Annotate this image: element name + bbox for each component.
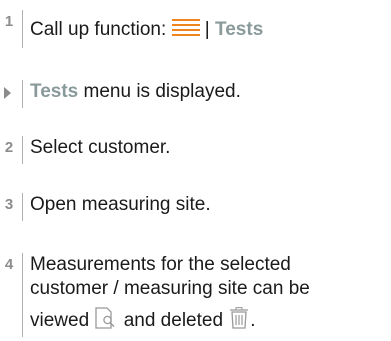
step-4: 4 Measurements for the selected customer… xyxy=(0,253,391,337)
result-text-after: menu is displayed. xyxy=(78,81,241,102)
step-text: Select customer. xyxy=(30,137,171,158)
step-divider xyxy=(22,193,23,221)
step-divider xyxy=(22,10,23,48)
result-triangle-icon xyxy=(4,87,11,99)
step-line: viewed and deleted . xyxy=(30,307,381,336)
trash-icon xyxy=(228,307,250,336)
step-3: 3 Open measuring site. xyxy=(0,193,391,223)
step-text: Open measuring site. xyxy=(30,194,211,215)
step-line: Measurements for the selected xyxy=(30,254,291,275)
step-result: Tests menu is displayed. xyxy=(0,80,391,110)
view-document-icon xyxy=(94,307,118,336)
step-number: 1 xyxy=(4,13,14,30)
step-text-middle: and deleted xyxy=(118,310,229,331)
result-text: Tests menu is displayed. xyxy=(30,80,381,104)
step-number: 2 xyxy=(4,139,14,156)
step-2: 2 Select customer. xyxy=(0,136,391,166)
step-1: 1 Call up function: | Tests xyxy=(0,10,391,48)
step-text: Call up function: | Tests xyxy=(30,18,381,45)
step-number: 3 xyxy=(4,196,14,213)
step-text-after: . xyxy=(250,310,256,331)
result-highlight: Tests xyxy=(30,81,79,102)
step-divider xyxy=(22,80,23,108)
menu-name: Tests xyxy=(215,19,264,40)
step-text-before: Call up function: xyxy=(30,19,172,40)
separator: | xyxy=(199,19,216,40)
hamburger-menu-icon xyxy=(171,18,200,45)
step-divider xyxy=(22,136,23,164)
step-text-before: viewed xyxy=(30,310,95,331)
step-line: customer / measuring site can be xyxy=(30,278,310,299)
step-text: Measurements for the selected customer /… xyxy=(30,253,381,336)
step-divider xyxy=(22,253,23,337)
step-number: 4 xyxy=(4,256,14,273)
